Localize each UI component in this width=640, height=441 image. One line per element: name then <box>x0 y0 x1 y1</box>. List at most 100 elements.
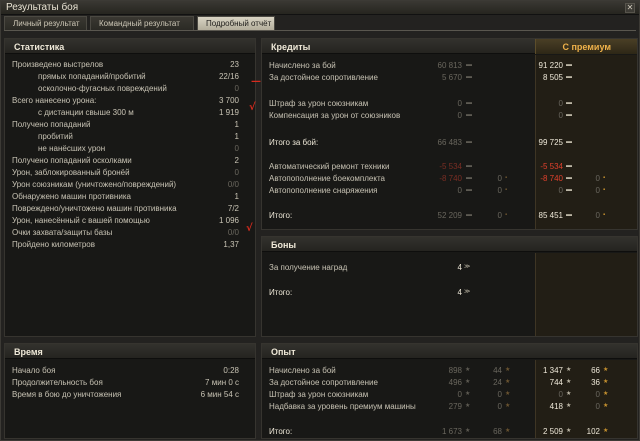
xp-star-icon: ★ <box>465 367 471 373</box>
time-row: Время в бою до уничтожения 6 мин 54 с <box>5 389 255 400</box>
credit-icon: ▬ <box>466 175 472 181</box>
stats-row: Повреждено/уничтожено машин противника 7/… <box>5 203 255 214</box>
xp-base-value: 1 673 <box>441 427 462 436</box>
free-xp-base-value: 44 <box>493 366 502 375</box>
experience-row-label: Начислено за бой <box>269 366 336 375</box>
gold-premium-value: 0 <box>595 211 600 220</box>
xp-star-icon: ★ <box>465 379 471 385</box>
credits-base-value: 5 670 <box>441 73 462 82</box>
credits-premium-value: 91 220 <box>538 61 563 70</box>
credits-row: За достойное сопротивление 5 670 ▬ 8 505 ▬ <box>262 72 637 83</box>
credits-base-value: 0 <box>457 111 462 120</box>
free-xp-premium-value: 0 <box>595 390 600 399</box>
credits-premium-value: 0 <box>558 111 563 120</box>
free-xp-base-value: 0 <box>497 390 502 399</box>
stats-row: Обнаружено машин противника 1 <box>5 191 255 202</box>
window-title: Результаты боя <box>6 2 79 13</box>
credit-icon: ▬ <box>466 62 472 68</box>
credits-premium-value: 99 725 <box>538 138 563 147</box>
stats-row: Очки захвата/защиты базы 0/0 <box>5 227 255 238</box>
credit-icon: ▬ <box>566 62 572 68</box>
xp-premium-value: 744 <box>549 378 563 387</box>
free-xp-icon: ★ <box>603 428 609 434</box>
free-xp-icon: ★ <box>505 367 511 373</box>
credit-icon: ▬ <box>566 175 572 181</box>
annotation-check-1: √ <box>249 102 256 113</box>
credits-row: Итого: 52 209 ▬ 85 451 ▬ 0 ▪ 0 ▪ <box>262 210 637 221</box>
time-row-value: 7 мин 0 с <box>205 378 239 387</box>
credits-base-value: 52 209 <box>437 211 462 220</box>
experience-row: Надбавка за уровень премиум машины 279 ★ 0 ★… <box>262 401 637 412</box>
close-icon[interactable]: ✕ <box>625 3 635 13</box>
xp-base-value: 0 <box>457 390 462 399</box>
bonds-row: За получение наград 4 ≫ <box>262 262 637 273</box>
credit-icon: ▬ <box>466 74 472 80</box>
time-row-value: 6 мин 54 с <box>200 390 239 399</box>
credit-icon: ▬ <box>466 163 472 169</box>
free-xp-premium-value: 102 <box>586 427 600 436</box>
free-xp-base-value: 24 <box>493 378 502 387</box>
credits-base-value: 60 813 <box>437 61 462 70</box>
free-xp-icon: ★ <box>505 391 511 397</box>
stats-row-label: Получено попаданий осколками <box>12 156 132 165</box>
credits-base-value: -8 740 <box>439 174 462 183</box>
stats-row-value: 0 <box>234 144 239 153</box>
credits-premium-value: 0 <box>558 99 563 108</box>
statistics-header: Статистика <box>5 39 255 54</box>
annotation-check-2: √ <box>246 223 253 234</box>
stats-row-label: не нанёсших урон <box>38 144 106 153</box>
free-xp-premium-value: 66 <box>591 366 600 375</box>
experience-title: Опыт <box>271 347 296 357</box>
credit-icon: ▬ <box>466 112 472 118</box>
xp-base-value: 898 <box>448 366 462 375</box>
credit-icon: ▬ <box>566 163 572 169</box>
credits-panel: Кредиты С премиум Начислено за бой 60 813… <box>261 38 638 230</box>
free-xp-base-value: 0 <box>497 402 502 411</box>
credits-row-label: За достойное сопротивление <box>269 73 378 82</box>
credits-base-value: 66 483 <box>437 138 462 147</box>
tab-team[interactable]: Командный результат <box>90 16 194 30</box>
gold-icon: ▪ <box>505 187 508 193</box>
stats-row-label: Произведено выстрелов <box>12 60 104 69</box>
gold-premium-value: 0 <box>595 186 600 195</box>
credits-row-label: Компенсация за урон от союзников <box>269 111 401 120</box>
tab-detailed[interactable]: Подробный отчёт <box>197 16 275 30</box>
stats-row-value: 7/2 <box>227 204 239 213</box>
credits-premium-value: 8 505 <box>542 73 563 82</box>
stats-row-label: осколочно-фугасных повреждений <box>38 84 167 93</box>
credits-base-value: 0 <box>457 186 462 195</box>
gold-base-value: 0 <box>497 174 502 183</box>
time-row: Начало боя 0:28 <box>5 365 255 376</box>
tab-personal[interactable]: Личный результат <box>4 16 87 30</box>
bonds-title: Боны <box>271 240 297 250</box>
credits-row: Итого за бой: 66 483 ▬ 99 725 ▬ <box>262 137 637 148</box>
credit-icon: ▬ <box>466 100 472 106</box>
xp-star-icon: ★ <box>465 391 471 397</box>
credits-row: Автопополнение снаряжения 0 ▬ 0 ▬ 0 ▪ 0 ▪ <box>262 185 637 196</box>
stats-row-label: Урон, нанесённый с вашей помощью <box>12 216 150 225</box>
credits-row: Штраф за урон союзникам 0 ▬ 0 ▬ <box>262 98 637 109</box>
stats-row-label: с дистанции свыше 300 м <box>38 108 134 117</box>
stats-row-value: 1 <box>234 120 239 129</box>
stats-row-value: 0/0 <box>227 180 239 189</box>
free-xp-icon: ★ <box>505 403 511 409</box>
bonds-header: Боны <box>262 237 637 252</box>
stats-row-label: Обнаружено машин противника <box>12 192 131 201</box>
gold-base-value: 0 <box>497 186 502 195</box>
free-xp-premium-value: 36 <box>591 378 600 387</box>
credits-row: Автопополнение боекомплекта -8 740 ▬ -8 740… <box>262 173 637 184</box>
bonds-value: 4 <box>457 288 462 297</box>
gold-icon: ▪ <box>505 175 508 181</box>
stats-row-label: прямых попаданий/пробитий <box>38 72 146 81</box>
xp-premium-value: 0 <box>558 390 563 399</box>
title-bar[interactable]: Результаты боя ✕ <box>1 1 639 15</box>
credits-base-value: -5 534 <box>439 162 462 171</box>
stats-row-value: 1 096 <box>218 216 239 225</box>
stats-row-value: 1 <box>234 192 239 201</box>
stats-row: Урон, нанесённый с вашей помощью 1 096 <box>5 215 255 226</box>
credits-row: Автоматический ремонт техники -5 534 ▬ -5 5… <box>262 161 637 172</box>
experience-row-label: За достойное сопротивление <box>269 378 378 387</box>
stats-row-value: 3 700 <box>218 96 239 105</box>
experience-row: Начислено за бой 898 ★ 44 ★ 1 347 ★ 66 ★ <box>262 365 637 376</box>
experience-row-label: Штраф за урон союзникам <box>269 390 369 399</box>
